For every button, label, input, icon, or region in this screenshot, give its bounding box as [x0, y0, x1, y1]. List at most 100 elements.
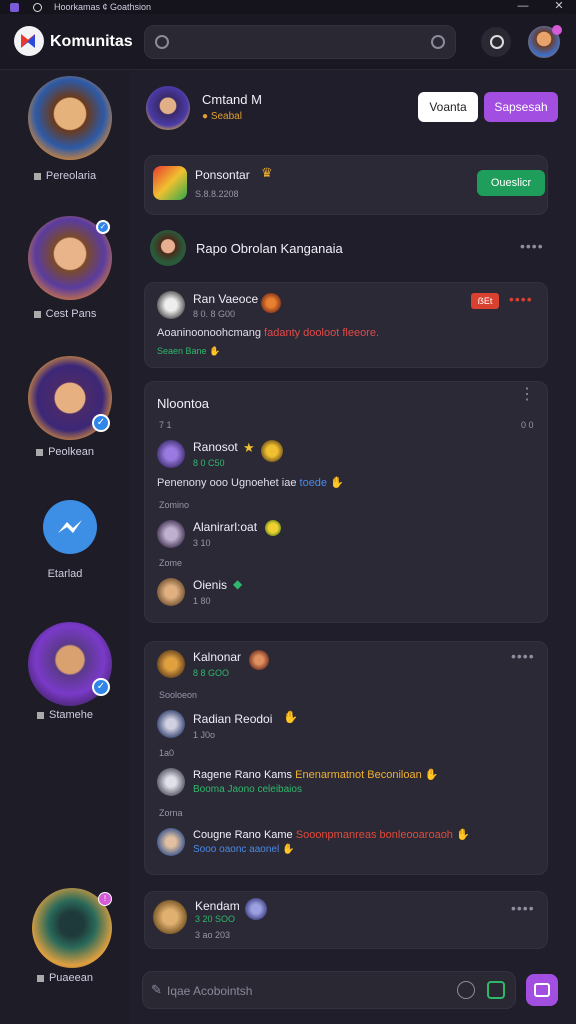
separator-label: Zome — [159, 558, 183, 568]
sidebar-item-label: Stamehe — [0, 709, 130, 721]
avatar — [261, 293, 281, 313]
tag-icon — [33, 310, 41, 318]
badge-icon — [261, 440, 283, 462]
comment-author: Kalnonar — [193, 650, 242, 664]
crown-icon: ♛ — [261, 165, 273, 180]
channel-avatar — [150, 230, 186, 266]
notification-dot — [552, 25, 562, 35]
comment-meta: 8 0 C50 — [193, 458, 225, 468]
more-icon[interactable]: •••• — [511, 648, 535, 664]
view-button[interactable]: Voanta — [418, 92, 478, 122]
comment-author: Oienis — [193, 578, 228, 592]
more-icon[interactable]: •••• — [509, 291, 533, 307]
suggestion-meta: S.8.8.2208 — [195, 189, 239, 199]
emoji-icon[interactable] — [457, 981, 475, 999]
avatar — [153, 900, 187, 934]
status-badge: ẞEt — [471, 293, 499, 309]
hand-icon: ✋ — [283, 710, 298, 724]
comment-meta: 8 8 GOO — [193, 668, 230, 678]
search-action-button[interactable]: Sapsesah — [484, 92, 558, 122]
gift-icon: ◆ — [233, 577, 243, 591]
channel-title: Rapo Obrolan Kanganaia — [196, 241, 343, 256]
thread-card: Kalnonar 8 8 GOO •••• Sooloeon Radian Re… — [144, 641, 548, 875]
thread-count: 7 1 — [159, 420, 172, 430]
comment-line: Cougne Rano Kame Sooonpmanreas bonleooar… — [193, 829, 470, 841]
comment-meta: 3 10 — [193, 538, 211, 548]
post-body: Aoaninoonoohcmang fadanty dooloot fleeor… — [157, 327, 380, 339]
sidebar-item-label: Etarlad — [47, 568, 83, 580]
more-icon[interactable]: •••• — [511, 900, 535, 916]
tag-icon — [33, 172, 41, 180]
hand-icon: ✋ — [209, 346, 221, 356]
avatar — [157, 291, 185, 319]
verified-icon: ✓ — [92, 414, 110, 432]
suggestion-card[interactable]: Ponsontar ♛ S.8.8.2208 Oueslicr — [144, 155, 548, 215]
search-icon — [155, 35, 169, 49]
verified-icon: ✓ — [92, 678, 110, 696]
user-avatar[interactable] — [528, 25, 562, 58]
sidebar-item-6[interactable]: ! Puaeean — [0, 886, 130, 1006]
thread-card: Nloontoa ⋮ 7 1 0 0 Ranosot ★ 8 0 C50 Pen… — [144, 381, 548, 623]
avatar — [245, 898, 267, 920]
send-button[interactable] — [526, 974, 558, 1006]
comment-body: Penenony ooo Ugnoehet iae toede ✋ — [157, 477, 344, 489]
post-card: Ran Vaeoce 8 0. 8 G00 ẞEt •••• Aoaninoon… — [144, 282, 548, 368]
minimize-icon[interactable]: — — [516, 0, 530, 14]
message-input[interactable] — [167, 982, 427, 1000]
notification-dot: ! — [98, 892, 112, 906]
separator-label: 1a0 — [159, 748, 175, 758]
thread-card: Kendam 3 20 SOO 3 ao 203 •••• — [144, 891, 548, 949]
comment-meta: 1 J0o — [193, 730, 216, 740]
comment-author: Kendam — [195, 899, 240, 913]
search-button[interactable] — [481, 27, 511, 57]
message-composer: ✎ — [142, 971, 516, 1009]
more-vertical-icon[interactable]: ⋮ — [519, 387, 535, 403]
comment-meta-2: 3 ao 203 — [195, 930, 231, 940]
app-name: Komunitas — [50, 33, 133, 50]
avatar — [157, 828, 185, 856]
hand-icon: ✋ — [281, 844, 295, 855]
close-icon[interactable]: ✕ — [552, 0, 566, 14]
sidebar-item-5[interactable]: ✓ Stamehe — [0, 620, 130, 740]
comment-author: Alanirarl:oat — [193, 520, 258, 534]
sidebar-item-4[interactable]: Etarlad — [0, 498, 130, 618]
avatar — [157, 520, 185, 548]
star-icon: ★ — [243, 440, 255, 455]
sidebar-item-2[interactable]: ✓ Cest Pans — [0, 216, 130, 336]
search-submit-icon[interactable] — [431, 35, 445, 49]
more-icon[interactable]: •••• — [520, 238, 544, 254]
tag-icon — [36, 448, 44, 456]
sidebar-item-label: Peolkean — [0, 446, 130, 458]
hand-icon: ✋ — [456, 829, 470, 841]
avatar — [249, 650, 269, 670]
search-bar[interactable] — [144, 25, 456, 59]
badge-icon — [265, 520, 281, 536]
sidebar-item-label: Cest Pans — [0, 308, 130, 320]
comment-sub: Booma Jaono celeibaios — [193, 784, 302, 795]
profile-name: Cmtand M — [202, 92, 262, 107]
messenger-icon — [58, 520, 82, 533]
comment-author: Radian Reodoi — [193, 712, 273, 726]
avatar — [43, 500, 97, 554]
avatar — [157, 768, 185, 796]
comment-meta: 1 80 — [193, 596, 211, 606]
browser-icon — [33, 2, 42, 12]
sidebar: Pereolaria ✓ Cest Pans ✓ Peolkean Etarla… — [0, 70, 130, 1024]
comment-meta: 3 20 SOO — [195, 914, 236, 924]
profile-sub: ● Seabal — [202, 111, 242, 122]
suggestion-action-button[interactable]: Oueslicr — [477, 170, 545, 196]
profile-avatar[interactable] — [146, 86, 190, 130]
avatar — [157, 578, 185, 606]
sidebar-item-1[interactable]: Pereolaria — [0, 76, 130, 196]
attach-icon[interactable] — [487, 981, 505, 999]
suggestion-title: Ponsontar — [195, 168, 250, 182]
app-icon — [10, 2, 19, 12]
verified-icon: ✓ — [96, 220, 110, 234]
sidebar-item-3[interactable]: ✓ Peolkean — [0, 356, 130, 476]
main-panel: Cmtand M ● Seabal Voanta Sapsesah Ponson… — [130, 70, 576, 1024]
window-title: Hoorkamas ¢ Goathsion — [54, 2, 152, 12]
post-meta: 8 0. 8 G00 — [193, 309, 236, 319]
avatar — [157, 710, 185, 738]
send-icon — [534, 983, 550, 997]
tag-icon — [36, 711, 44, 719]
